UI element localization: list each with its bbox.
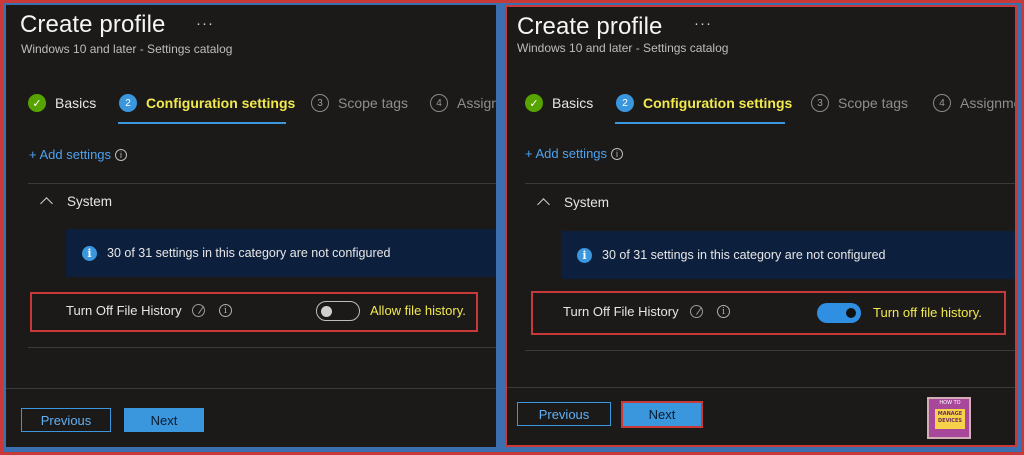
info-icon[interactable]: i: [115, 148, 128, 161]
toggle-knob: [321, 305, 332, 317]
add-settings-link[interactable]: + Add settings i: [29, 147, 128, 162]
logo-text: MANAGE: [937, 411, 963, 417]
setting-name: Turn Off File History: [563, 304, 679, 319]
active-tab-indicator: [118, 122, 286, 124]
tab-scope-tags[interactable]: 3 Scope tags: [311, 92, 408, 114]
tab-label: Basics: [552, 95, 594, 111]
info-icon: i: [577, 247, 592, 263]
setting-row-turn-off-file-history: Turn Off File History i Allow file histo…: [30, 292, 478, 332]
page-title: Create profile: [517, 13, 663, 40]
logo-text: HOW TO: [939, 400, 961, 406]
previous-button[interactable]: Previous: [21, 408, 111, 432]
toggle-knob: [846, 308, 856, 318]
info-icon: i: [82, 245, 97, 261]
tab-label: Scope tags: [338, 95, 409, 111]
tab-label: Configuration settings: [643, 95, 793, 111]
section-title: System: [564, 195, 610, 210]
toggle-label: Allow file history.: [370, 303, 466, 318]
divider: [507, 387, 1015, 388]
step-number: 4: [430, 94, 448, 112]
next-button[interactable]: Next: [124, 408, 204, 432]
tab-label: Assignme: [960, 95, 1017, 111]
step-number: 4: [933, 94, 951, 112]
step-number: 3: [811, 94, 829, 112]
sync-icon: [690, 305, 703, 318]
step-number: 2: [119, 94, 137, 112]
right-panel: Create profile ··· Windows 10 and later …: [505, 5, 1017, 447]
sync-icon: [192, 304, 205, 317]
logo-text: DEVICES: [938, 418, 962, 424]
section-system-header[interactable]: System: [537, 195, 610, 211]
tab-label: Basics: [55, 95, 97, 111]
step-number: 3: [311, 94, 329, 112]
tab-configuration-settings[interactable]: 2 Configuration settings: [119, 92, 295, 114]
setting-row-turn-off-file-history: Turn Off File History i Turn off file hi…: [531, 291, 1006, 335]
left-panel: Create profile ··· Windows 10 and later …: [6, 5, 496, 447]
info-banner: i 30 of 31 settings in this category are…: [66, 229, 496, 277]
section-title: System: [67, 194, 113, 209]
info-banner: i 30 of 31 settings in this category are…: [561, 231, 1015, 279]
divider: [28, 347, 496, 348]
file-history-toggle[interactable]: [316, 301, 360, 321]
step-number: 2: [616, 94, 634, 112]
tab-label: Assign: [457, 95, 496, 111]
tab-scope-tags[interactable]: 3 Scope tags: [811, 92, 908, 114]
active-tab-indicator: [615, 122, 785, 124]
tab-assignments[interactable]: 4 Assignme: [933, 92, 1017, 114]
previous-button[interactable]: Previous: [517, 402, 611, 426]
page-subtitle: Windows 10 and later - Settings catalog: [517, 41, 729, 55]
divider: [28, 183, 496, 184]
add-settings-label: + Add settings: [29, 147, 112, 162]
info-icon[interactable]: i: [611, 147, 624, 160]
tab-assignments[interactable]: 4 Assign: [430, 92, 496, 114]
tab-label: Configuration settings: [146, 95, 296, 111]
page-subtitle: Windows 10 and later - Settings catalog: [21, 42, 233, 56]
tab-basics[interactable]: ✓ Basics: [525, 92, 593, 114]
next-button[interactable]: Next: [621, 401, 703, 428]
tab-configuration-settings[interactable]: 2 Configuration settings: [616, 92, 792, 114]
more-icon[interactable]: ···: [694, 15, 712, 32]
section-system-header[interactable]: System: [40, 194, 113, 210]
tab-basics[interactable]: ✓ Basics: [28, 92, 96, 114]
chevron-up-icon: [537, 198, 550, 211]
info-banner-text: 30 of 31 settings in this category are n…: [107, 246, 391, 260]
divider: [525, 350, 1015, 351]
info-icon[interactable]: i: [219, 304, 232, 317]
divider: [525, 183, 1015, 184]
tab-label: Scope tags: [838, 95, 909, 111]
setting-name: Turn Off File History: [66, 303, 182, 318]
toggle-label: Turn off file history.: [873, 305, 982, 320]
how-to-manage-devices-logo: HOW TO MANAGE DEVICES: [927, 397, 971, 439]
checkmark-icon: ✓: [525, 94, 543, 112]
checkmark-icon: ✓: [28, 94, 46, 112]
chevron-up-icon: [40, 197, 53, 210]
info-icon[interactable]: i: [717, 305, 730, 318]
add-settings-label: + Add settings: [525, 146, 608, 161]
more-icon[interactable]: ···: [196, 15, 214, 32]
info-banner-text: 30 of 31 settings in this category are n…: [602, 248, 886, 262]
add-settings-link[interactable]: + Add settings i: [525, 146, 624, 161]
divider: [6, 388, 496, 389]
page-title: Create profile: [20, 11, 166, 38]
file-history-toggle[interactable]: [817, 303, 861, 323]
